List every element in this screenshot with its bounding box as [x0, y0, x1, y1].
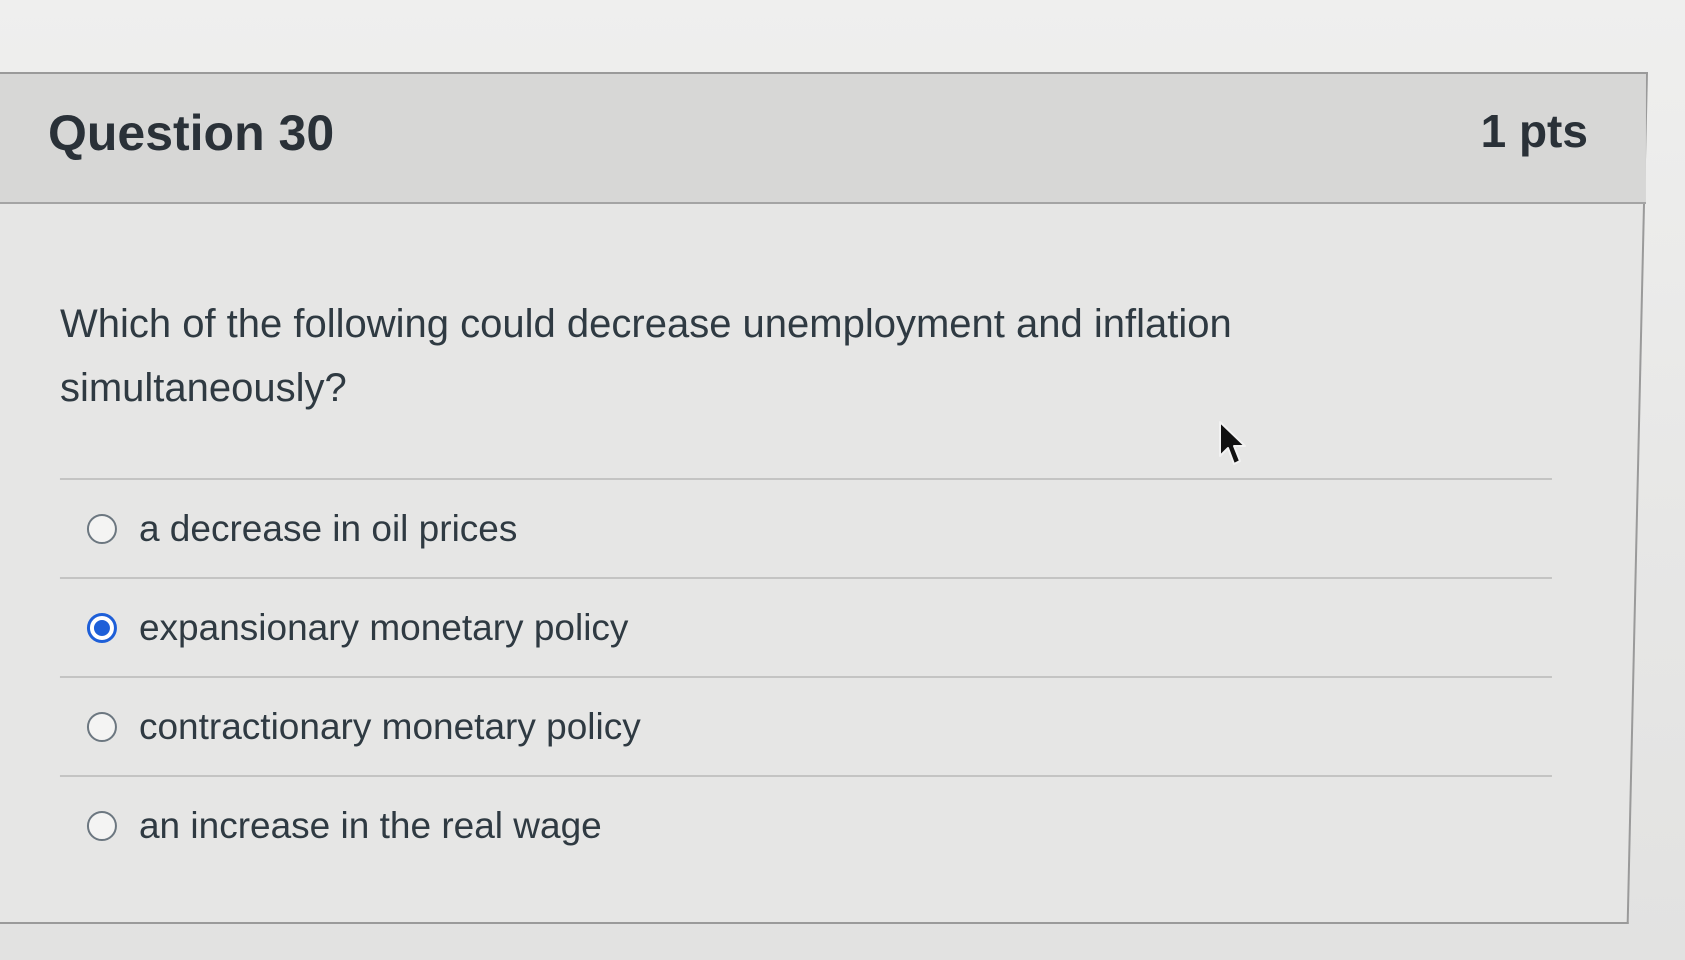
answer-list: a decrease in oil prices expansionary mo…	[59, 478, 1560, 874]
question-title: Question 30	[47, 105, 335, 161]
radio-button-selected-icon[interactable]	[86, 612, 117, 643]
question-points: 1 pts	[1480, 105, 1588, 157]
answer-label: a decrease in oil prices	[138, 507, 518, 549]
radio-button-icon[interactable]	[86, 711, 117, 742]
radio-button-icon[interactable]	[86, 810, 117, 841]
answer-option-3[interactable]: contractionary monetary policy	[60, 678, 1560, 775]
answer-option-2[interactable]: expansionary monetary policy	[60, 579, 1560, 676]
answer-option-1[interactable]: a decrease in oil prices	[60, 480, 1560, 577]
question-card: Question 30 1 pts Which of the following…	[0, 72, 1649, 924]
radio-button-icon[interactable]	[86, 513, 117, 544]
answer-label: expansionary monetary policy	[138, 606, 629, 648]
question-text: Which of the following could decrease un…	[59, 302, 1232, 410]
answer-option-4[interactable]: an increase in the real wage	[60, 777, 1560, 874]
answer-label: an increase in the real wage	[138, 804, 602, 846]
question-header: Question 30 1 pts	[0, 74, 1646, 204]
mouse-pointer-icon	[1219, 421, 1246, 465]
answer-label: contractionary monetary policy	[138, 705, 641, 747]
